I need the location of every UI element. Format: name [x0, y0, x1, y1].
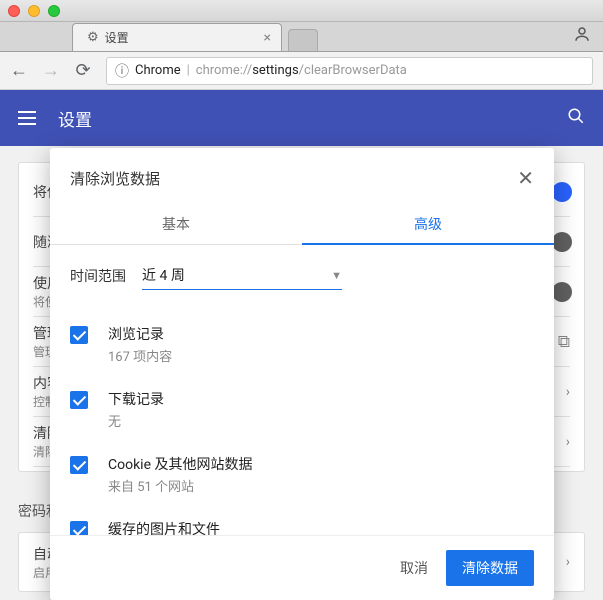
window-titlebar: [0, 0, 603, 22]
option-row: Cookie 及其他网站数据来自 51 个网站: [70, 442, 534, 507]
browser-tab-settings[interactable]: ⚙ 设置 ×: [72, 23, 282, 51]
forward-button: →: [42, 60, 60, 81]
option-row: 下载记录无: [70, 377, 534, 442]
dialog-tabs: 基本 高级: [50, 204, 554, 245]
profile-icon[interactable]: [573, 25, 591, 48]
time-range-value: 近 4 周: [142, 265, 185, 285]
dialog-title: 清除浏览数据: [70, 168, 160, 189]
menu-icon[interactable]: [18, 111, 36, 125]
clear-data-dialog: 清除浏览数据 ✕ 基本 高级 时间范围 近 4 周 ▼ 浏览记录 167 项内容下…: [50, 148, 554, 600]
checkbox[interactable]: [70, 456, 88, 474]
checkbox[interactable]: [70, 391, 88, 409]
app-header: 设置: [0, 90, 603, 146]
time-range-label: 时间范围: [70, 266, 126, 286]
new-tab-button[interactable]: [288, 29, 318, 51]
option-subtitle: 无: [108, 411, 164, 430]
url-path-1: settings: [252, 63, 298, 78]
option-subtitle: 来自 51 个网站: [108, 476, 252, 495]
traffic-light-minimize[interactable]: [28, 5, 40, 17]
option-title: 缓存的图片和文件: [108, 519, 220, 535]
toolbar: ← → ⟳ ⓘ Chrome | chrome://settings/clear…: [0, 52, 603, 90]
time-range-row: 时间范围 近 4 周 ▼: [70, 261, 534, 290]
option-title: Cookie 及其他网站数据: [108, 454, 252, 474]
time-range-select[interactable]: 近 4 周 ▼: [142, 261, 342, 290]
traffic-light-zoom[interactable]: [48, 5, 60, 17]
option-title: 下载记录: [108, 389, 164, 409]
traffic-light-close[interactable]: [8, 5, 20, 17]
tab-advanced[interactable]: 高级: [302, 204, 554, 244]
page-title: 设置: [58, 106, 92, 131]
option-row: 浏览记录 167 项内容: [70, 312, 534, 377]
back-button[interactable]: ←: [10, 60, 28, 81]
reload-button[interactable]: ⟳: [74, 60, 92, 81]
url-scheme: chrome://: [196, 63, 252, 78]
close-icon[interactable]: ✕: [517, 166, 534, 190]
option-title: 浏览记录: [108, 324, 172, 344]
tab-strip: ⚙ 设置 ×: [0, 22, 603, 52]
checkbox[interactable]: [70, 326, 88, 344]
search-icon[interactable]: [567, 107, 585, 130]
cancel-button[interactable]: 取消: [400, 558, 428, 578]
chevron-down-icon: ▼: [331, 269, 342, 282]
option-subtitle: 167 项内容: [108, 346, 172, 365]
option-row: 缓存的图片和文件少于 109 MB: [70, 507, 534, 535]
url-separator: |: [187, 63, 190, 78]
tab-title: 设置: [105, 29, 129, 46]
dialog-body: 时间范围 近 4 周 ▼ 浏览记录167 项内容下载记录无Cookie 及其他网…: [50, 245, 554, 535]
site-info-icon[interactable]: ⓘ: [115, 61, 129, 81]
checkbox[interactable]: [70, 521, 88, 535]
address-bar[interactable]: ⓘ Chrome | chrome://settings/clearBrowse…: [106, 57, 593, 85]
tab-basic[interactable]: 基本: [50, 204, 302, 244]
dialog-actions: 取消 清除数据: [50, 535, 554, 600]
dialog-header: 清除浏览数据 ✕: [50, 148, 554, 204]
url-product: Chrome: [135, 63, 181, 78]
gear-icon: ⚙: [87, 30, 99, 45]
clear-data-button[interactable]: 清除数据: [446, 550, 534, 586]
url-path-2: /clearBrowserData: [299, 63, 407, 78]
close-tab-icon[interactable]: ×: [264, 30, 271, 46]
